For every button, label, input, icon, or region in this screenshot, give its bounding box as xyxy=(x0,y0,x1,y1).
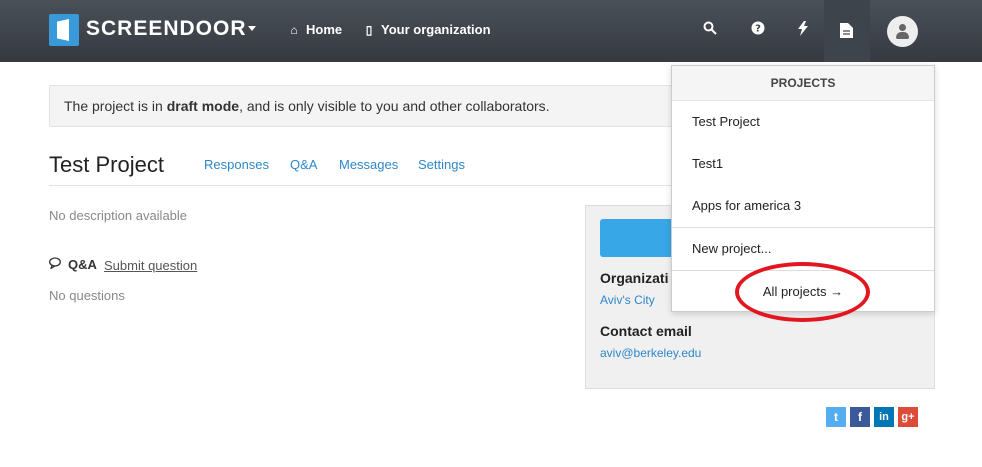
highlight-circle-annotation xyxy=(735,262,870,322)
brand-name[interactable]: SCREENDOOR xyxy=(86,17,247,41)
tab-settings[interactable]: Settings xyxy=(418,157,465,172)
dropdown-item-apps-for-america-3[interactable]: Apps for america 3 xyxy=(692,198,801,213)
dropdown-item-test-project[interactable]: Test Project xyxy=(692,114,760,129)
building-icon: ▯ xyxy=(365,22,373,37)
document-icon xyxy=(840,23,853,43)
facebook-icon[interactable]: f xyxy=(850,407,870,427)
submit-question-link[interactable]: Submit question xyxy=(104,258,197,273)
top-navigation-bar: SCREENDOOR ⌂ Home ▯ Your organization ? xyxy=(0,0,982,62)
projects-dropdown-header: PROJECTS xyxy=(672,66,934,101)
user-icon xyxy=(899,24,906,31)
dropdown-item-test1[interactable]: Test1 xyxy=(692,156,723,171)
question-icon[interactable]: ? xyxy=(750,21,766,41)
user-avatar[interactable] xyxy=(887,16,918,47)
draft-mode-notice: The project is in draft mode, and is onl… xyxy=(49,85,689,127)
nav-home[interactable]: ⌂ Home xyxy=(288,22,342,37)
nav-your-organization[interactable]: ▯ Your organization xyxy=(363,22,491,37)
new-project-link[interactable]: New project... xyxy=(692,241,771,256)
linkedin-icon[interactable]: in xyxy=(874,407,894,427)
lightning-icon[interactable] xyxy=(795,21,811,41)
twitter-icon[interactable]: t xyxy=(826,407,846,427)
tab-qa[interactable]: Q&A xyxy=(290,157,317,172)
nav-home-label: Home xyxy=(306,22,343,37)
project-description: No description available xyxy=(49,208,188,223)
organization-link[interactable]: Aviv's City xyxy=(600,293,655,307)
organization-label: Organizati xyxy=(600,270,669,286)
tab-messages[interactable]: Messages xyxy=(339,157,398,172)
contact-email-link[interactable]: aviv@berkeley.edu xyxy=(600,346,701,360)
chevron-down-icon[interactable] xyxy=(248,26,256,31)
svg-text:?: ? xyxy=(755,24,761,35)
screendoor-logo-icon[interactable] xyxy=(49,14,79,46)
tab-responses[interactable]: Responses xyxy=(204,157,269,172)
draft-mode-text: draft mode xyxy=(166,98,240,114)
home-icon: ⌂ xyxy=(290,22,298,37)
page-title: Test Project xyxy=(49,152,164,177)
dropdown-divider xyxy=(672,227,934,228)
no-questions-text: No questions xyxy=(49,288,125,303)
comments-icon xyxy=(49,257,63,272)
search-icon[interactable] xyxy=(702,21,718,41)
projects-menu-toggle[interactable] xyxy=(824,0,870,62)
qa-heading: Q&A xyxy=(49,257,97,272)
nav-organization-label: Your organization xyxy=(381,22,491,37)
contact-email-label: Contact email xyxy=(600,323,692,339)
googleplus-icon[interactable]: g+ xyxy=(898,407,918,427)
